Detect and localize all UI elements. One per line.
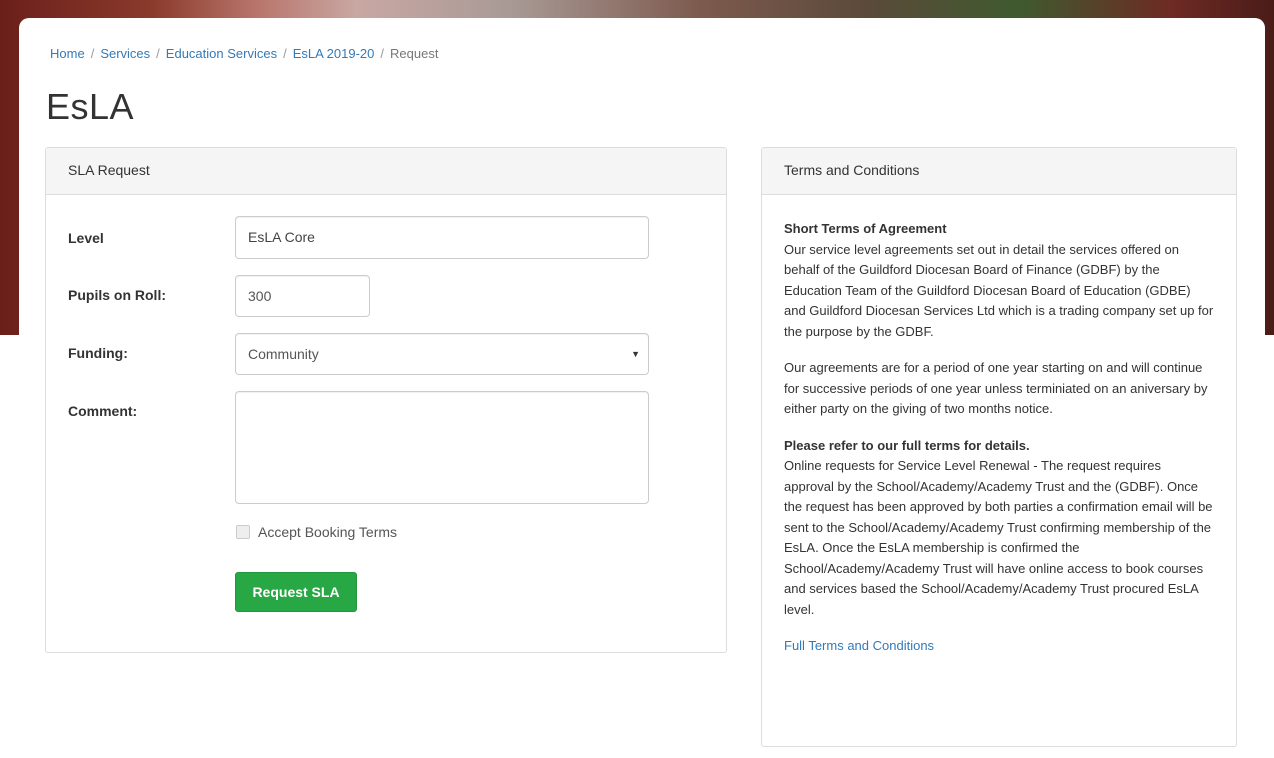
accept-terms-label[interactable]: Accept Booking Terms [258,524,397,540]
funding-label: Funding: [68,345,128,361]
breadcrumb-separator: / [156,46,160,61]
breadcrumb-education-services[interactable]: Education Services [166,46,277,61]
full-terms-link[interactable]: Full Terms and Conditions [784,638,934,653]
terms-refer-section: Please refer to our full terms for detai… [784,436,1214,621]
level-field[interactable]: EsLA Core [235,216,649,259]
breadcrumb-separator: / [283,46,287,61]
pupils-on-roll-input[interactable]: 300 [235,275,370,317]
breadcrumb-separator: / [90,46,95,61]
breadcrumb-services[interactable]: Services [100,46,150,61]
page-title: EsLA [46,86,135,127]
request-sla-button[interactable]: Request SLA [235,572,357,612]
terms-body: Short Terms of Agreement Our service lev… [762,195,1236,657]
funding-select[interactable]: Community ▼ [235,333,649,375]
short-terms-title: Short Terms of Agreement [784,221,947,236]
terms-paragraph-2: Our agreements are for a period of one y… [784,360,1208,416]
breadcrumb-current: Request [390,46,439,61]
breadcrumb: Home / Services / Education Services / EsLA 20… [50,46,438,61]
terms-short-agreement: Short Terms of Agreement Our service lev… [784,219,1214,342]
comment-textarea[interactable] [235,391,649,504]
terms-paragraph-1: Our service level agreements set out in … [784,241,1214,339]
funding-selected-value: Community [248,346,319,362]
sla-request-panel-heading: SLA Request [46,148,726,195]
breadcrumb-esla-2019-20[interactable]: EsLA 2019-20 [293,46,375,61]
accept-terms-checkbox[interactable] [236,524,250,539]
sla-request-panel: SLA Request Level EsLA Core Pupils on Ro… [45,147,727,653]
caret-down-icon: ▼ [631,349,640,359]
pupils-on-roll-label: Pupils on Roll: [68,287,166,303]
level-label: Level [68,230,104,246]
refer-terms-title: Please refer to our full terms for detai… [784,437,1030,453]
breadcrumb-home[interactable]: Home [50,46,85,61]
accept-terms-row: Accept Booking Terms [236,523,397,541]
terms-panel: Terms and Conditions Short Terms of Agre… [761,147,1237,747]
comment-label: Comment: [68,403,138,419]
terms-panel-heading: Terms and Conditions [762,148,1236,195]
breadcrumb-separator: / [380,46,385,61]
terms-paragraph-3: Online requests for Service Level Renewa… [784,458,1213,617]
